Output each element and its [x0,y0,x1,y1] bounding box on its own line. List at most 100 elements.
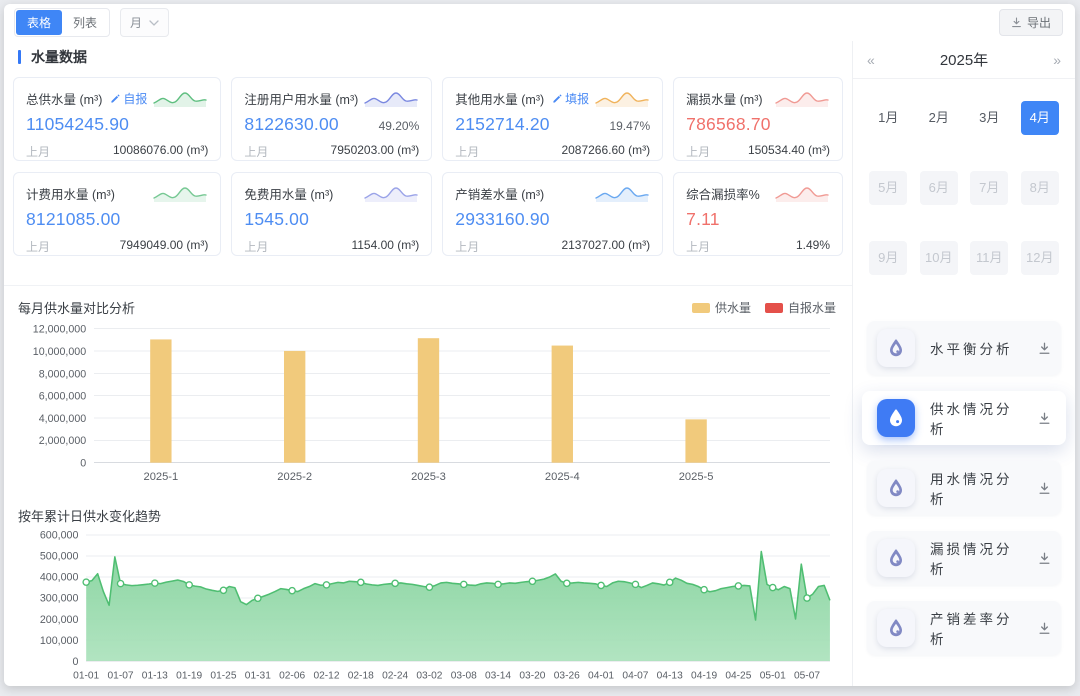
svg-text:01-07: 01-07 [108,670,134,681]
sparkline-icon [594,88,650,108]
prev-month-label: 上月 [455,238,479,255]
download-icon[interactable] [1038,342,1051,355]
period-select[interactable]: 月 [120,8,169,37]
analysis-download-button[interactable] [1038,342,1051,355]
stat-card: 计费用水量 (m³)8121085.00上月7949049.00 (m³) [13,172,221,256]
analysis-download-button[interactable] [1038,622,1051,635]
card-title: 综合漏损率% [686,184,760,203]
calendar-month-8月: 8月 [1021,171,1059,205]
svg-text:04-01: 04-01 [588,670,614,681]
pencil-icon [552,93,563,104]
svg-text:500,000: 500,000 [40,550,79,562]
section-title: 水量数据 [31,47,87,67]
content: 水量数据 总供水量 (m³)自报11054245.90上月10086076.00… [4,41,1075,686]
analysis-icon-tile [877,329,915,367]
calendar-next-year-button[interactable]: » [1053,53,1061,67]
bar-chart-header: 每月供水量对比分析 供水量 自报水量 [4,286,852,319]
card-title: 产销差水量 (m³) [455,184,544,203]
svg-text:03-02: 03-02 [416,670,442,681]
download-icon [1011,17,1022,28]
sparkline-icon [152,88,208,108]
sparkline-icon [594,183,650,203]
svg-text:2025-2: 2025-2 [277,471,312,483]
svg-text:10,000,000: 10,000,000 [33,346,86,358]
calendar-month-1月[interactable]: 1月 [869,101,907,135]
download-icon[interactable] [1038,552,1051,565]
calendar-month-5月: 5月 [869,171,907,205]
analysis-download-button[interactable] [1038,412,1051,425]
svg-text:04-07: 04-07 [622,670,648,681]
side-panel: « 2025年 » 1月2月3月4月5月6月7月8月9月10月11月12月 水平… [852,41,1075,686]
prev-month-value: 150534.40 (m³) [748,143,830,160]
svg-text:01-25: 01-25 [210,670,236,681]
svg-text:01-31: 01-31 [245,670,271,681]
analysis-download-button[interactable] [1038,552,1051,565]
svg-text:6,000,000: 6,000,000 [39,391,87,403]
analysis-item-label: 水平衡分析 [930,338,1013,358]
analysis-shortcut-list: 水平衡分析供水情况分析用水情况分析漏损情况分析产销差率分析 [853,303,1075,673]
stat-cards-grid: 总供水量 (m³)自报11054245.90上月10086076.00 (m³)… [4,77,852,256]
svg-text:03-08: 03-08 [451,670,477,681]
download-icon[interactable] [1038,622,1051,635]
prev-month-value: 7949049.00 (m³) [120,238,209,255]
download-icon[interactable] [1038,482,1051,495]
analysis-item[interactable]: 漏损情况分析 [867,531,1061,585]
svg-text:2,000,000: 2,000,000 [39,435,87,447]
svg-text:300,000: 300,000 [40,593,79,605]
svg-text:4,000,000: 4,000,000 [39,413,87,425]
svg-text:600,000: 600,000 [40,529,79,541]
card-value: 8121085.00 [26,209,120,230]
analysis-download-button[interactable] [1038,482,1051,495]
svg-text:400,000: 400,000 [40,571,79,583]
pencil-icon [110,93,121,104]
calendar-month-2月[interactable]: 2月 [920,101,958,135]
legend-item[interactable]: 供水量 [692,299,751,316]
svg-text:02-18: 02-18 [348,670,374,681]
tab-table[interactable]: 表格 [16,10,62,35]
analysis-item[interactable]: 产销差率分析 [867,601,1061,655]
svg-text:200,000: 200,000 [40,614,79,626]
svg-text:05-01: 05-01 [760,670,786,681]
analysis-item-label: 漏损情况分析 [930,538,1023,578]
section-header: 水量数据 [4,41,852,77]
analysis-icon-tile [877,539,915,577]
calendar-month-grid: 1月2月3月4月5月6月7月8月9月10月11月12月 [853,79,1075,299]
card-edit-link-label: 填报 [565,90,589,107]
view-switch: 表格 列表 [14,8,110,37]
svg-text:0: 0 [72,656,78,668]
card-title: 漏损水量 (m³) [686,89,762,108]
analysis-item[interactable]: 水平衡分析 [867,321,1061,375]
stat-card: 漏损水量 (m³)786568.70上月150534.40 (m³) [673,77,843,161]
analysis-item[interactable]: 用水情况分析 [867,461,1061,515]
legend-label: 自报水量 [788,299,836,316]
download-icon[interactable] [1038,412,1051,425]
analysis-item[interactable]: 供水情况分析 [862,391,1066,445]
svg-text:0: 0 [80,458,86,470]
stat-card: 总供水量 (m³)自报11054245.90上月10086076.00 (m³) [13,77,221,161]
card-value: 2933160.90 [455,209,549,230]
svg-text:04-25: 04-25 [725,670,751,681]
svg-text:01-13: 01-13 [142,670,168,681]
legend-label: 供水量 [715,299,751,316]
card-value: 7.11 [686,209,720,230]
calendar-month-4月[interactable]: 4月 [1021,101,1059,135]
stat-card: 注册用户用水量 (m³)8122630.0049.20%上月7950203.00… [231,77,432,161]
svg-text:2025-1: 2025-1 [143,471,178,483]
bar-chart-title: 每月供水量对比分析 [18,298,135,317]
card-edit-link[interactable]: 填报 [552,90,589,107]
svg-text:02-12: 02-12 [313,670,339,681]
calendar-year-label: 2025年 [875,49,1053,70]
svg-text:03-26: 03-26 [554,670,580,681]
water-drop-icon [884,546,908,570]
tab-list[interactable]: 列表 [62,10,108,35]
prev-month-label: 上月 [686,238,710,255]
svg-text:2025-3: 2025-3 [411,471,446,483]
card-value: 1545.00 [244,209,309,230]
calendar-prev-year-button[interactable]: « [867,53,875,67]
legend-item[interactable]: 自报水量 [765,299,836,316]
export-button[interactable]: 导出 [999,9,1063,36]
sparkline-icon [152,183,208,203]
card-edit-link[interactable]: 自报 [110,90,147,107]
water-drop-icon [884,336,908,360]
calendar-month-3月[interactable]: 3月 [970,101,1008,135]
